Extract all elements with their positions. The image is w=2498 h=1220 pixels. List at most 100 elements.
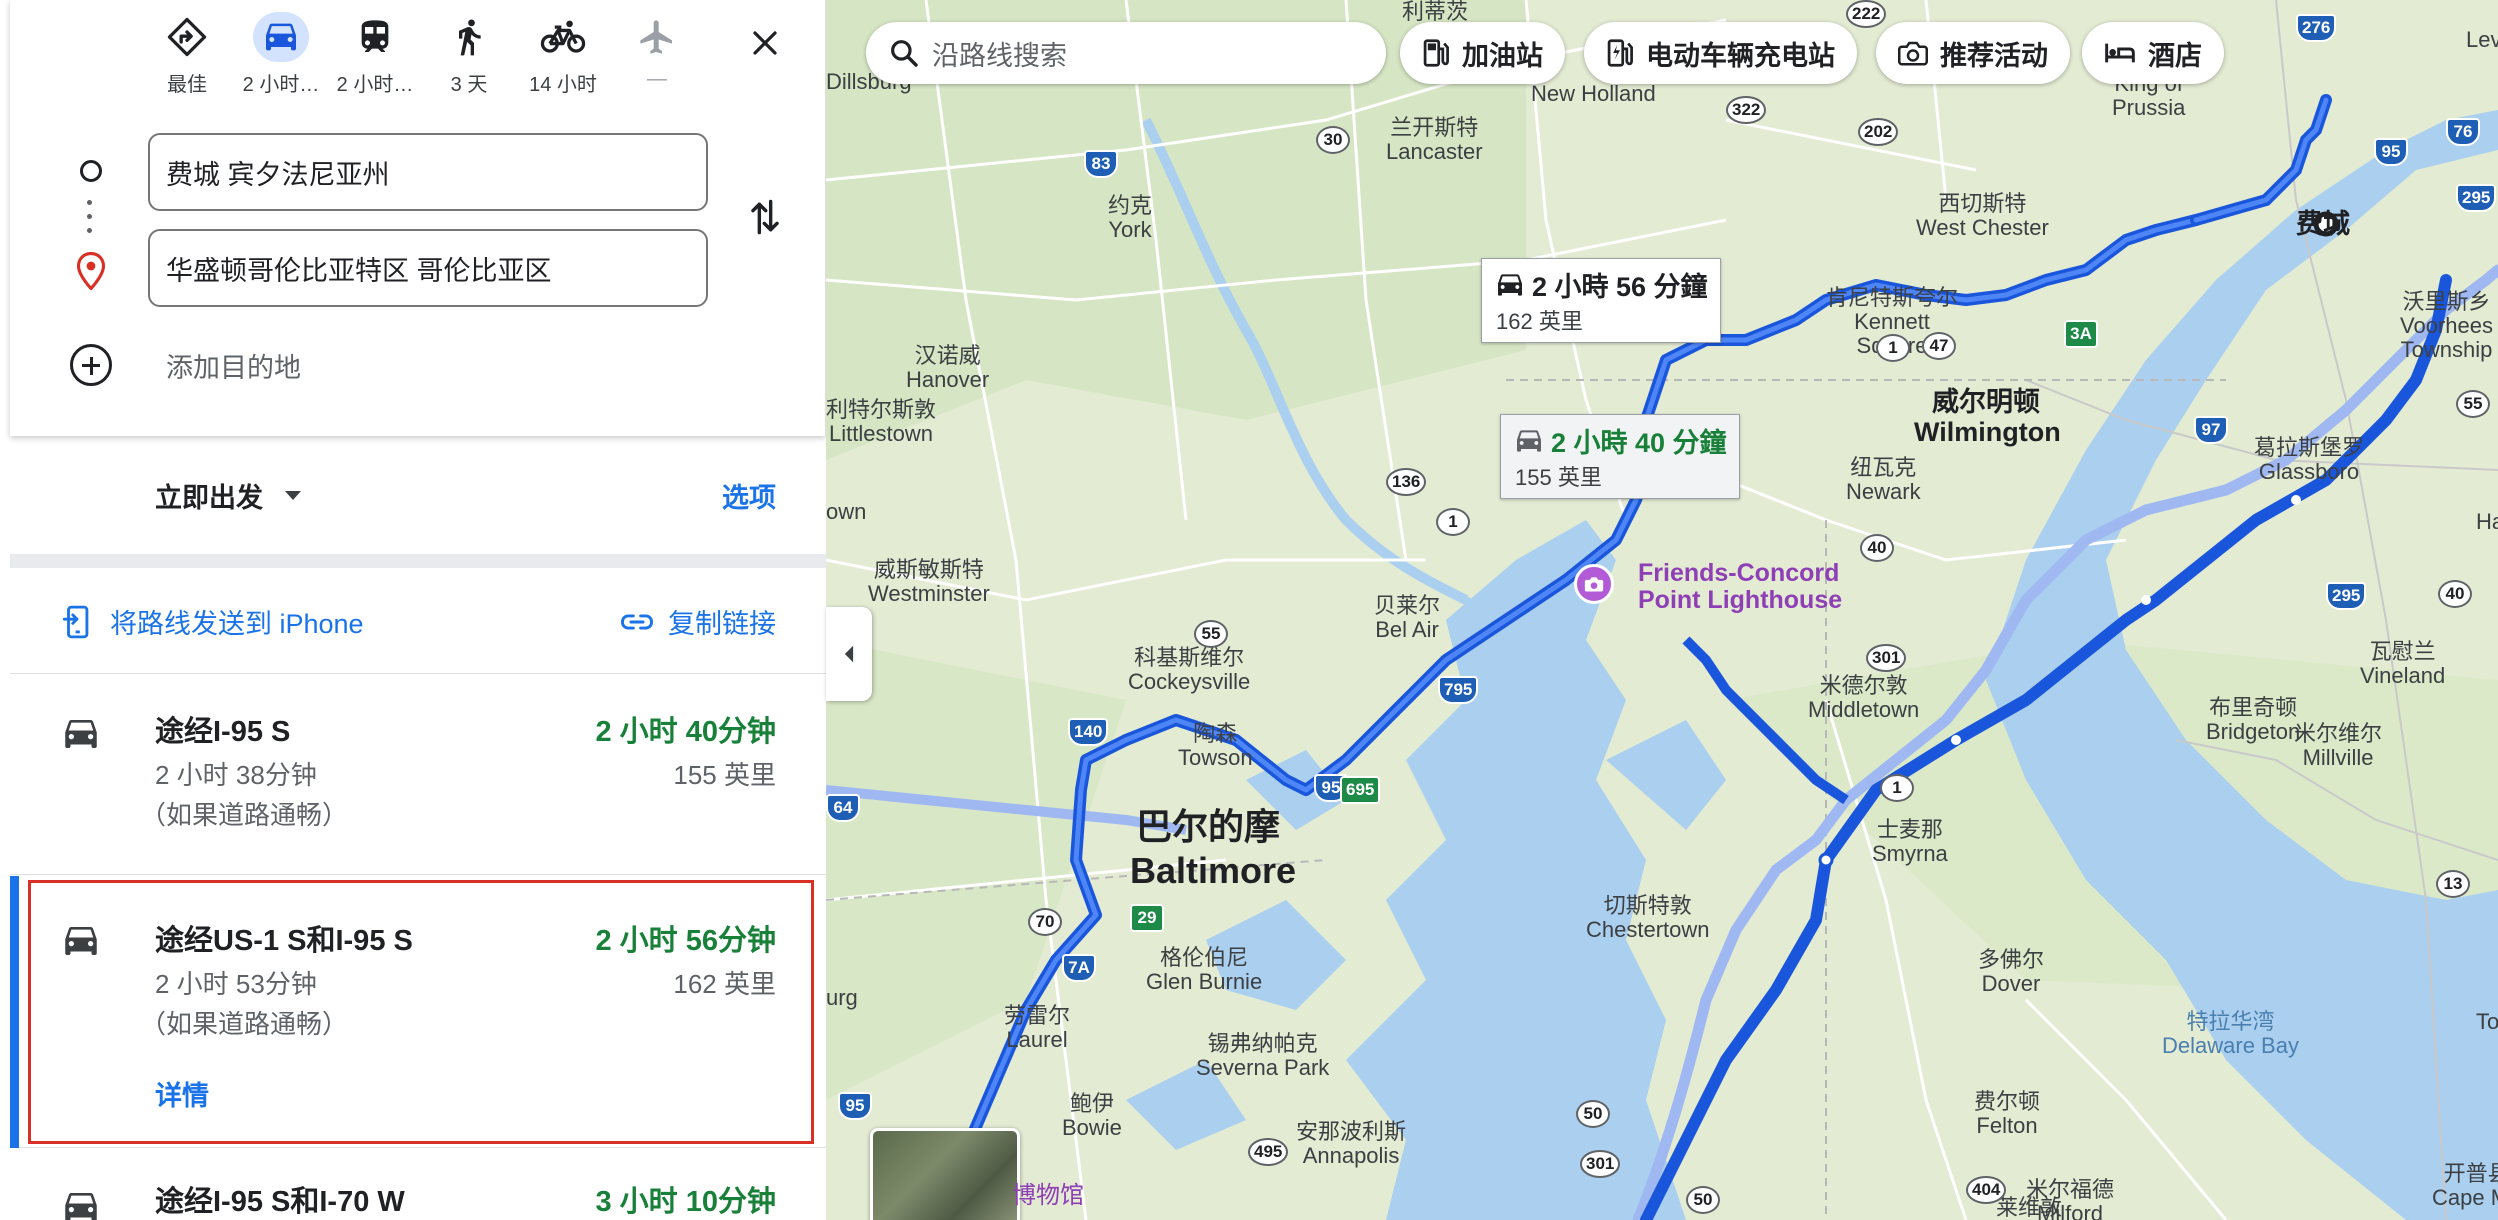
town-label: 纽瓦克 Newark: [1846, 455, 1921, 504]
town-label: 安那波利斯 Annapolis: [1296, 1119, 1407, 1168]
route-bubble-alternate[interactable]: 2 小時 40 分鐘 155 英里: [1500, 414, 1740, 499]
town-label: 士麦那 Smyrna: [1872, 817, 1948, 866]
car-icon: [1498, 273, 1522, 296]
route-typical-time: 2 小时 38分钟: [155, 760, 317, 790]
route-distance: 162 英里: [673, 969, 776, 999]
highway-shield-icon: 13: [2436, 870, 2470, 898]
route-option-2[interactable]: 途经US-1 S和I-95 S 2 小时 56分钟 2 小时 53分钟 162 …: [10, 876, 826, 1148]
town-label: 利蒂茨: [1402, 0, 1469, 24]
send-to-phone-button[interactable]: 将路线发送到 iPhone: [62, 602, 364, 641]
layers-toggle-thumbnail[interactable]: [870, 1128, 1020, 1220]
highway-shield-icon: 50: [1576, 1100, 1610, 1128]
highway-shield-icon: 70: [1028, 908, 1062, 936]
send-to-phone-label: 将路线发送到 iPhone: [110, 609, 364, 639]
town-label: urg: [826, 985, 858, 1010]
departure-row: 立即出发 选项: [10, 436, 826, 554]
highway-shield-icon: 301: [1866, 644, 1907, 672]
destination-value: 华盛顿哥伦比亚特区 哥伦比亚区: [166, 255, 552, 286]
town-label: 切斯特敦 Chestertown: [1586, 893, 1710, 942]
route-duration: 3 小时 10分钟: [595, 1186, 777, 1218]
town-label: 米尔维尔 Millville: [2294, 721, 2383, 770]
search-placeholder: 沿路线搜索: [932, 40, 1067, 71]
section-divider: [10, 554, 826, 568]
chip-label: 加油站: [1462, 40, 1543, 71]
town-label: 兰开斯特 Lancaster: [1386, 115, 1483, 164]
town-label: 格伦伯尼 Glen Burnie: [1146, 945, 1263, 994]
collapse-panel-button[interactable]: [826, 607, 872, 701]
route-option-1[interactable]: 途经I-95 S 2 小时 40分钟 2 小时 38分钟 155 英里 （如果道…: [10, 675, 826, 875]
depart-now-dropdown[interactable]: 立即出发: [155, 476, 301, 515]
mode-best[interactable]: 最佳: [140, 12, 234, 102]
chip-hotels[interactable]: 酒店: [2082, 22, 2224, 84]
copy-link-button[interactable]: 复制链接: [620, 602, 776, 641]
map-canvas[interactable]: 费城 巴尔的摩 Baltimore 威尔明顿 Wilmington New Ho…: [826, 0, 2498, 1220]
bike-icon: [535, 12, 591, 62]
swap-locations-button[interactable]: [740, 192, 790, 242]
highway-shield-icon: 40: [1860, 534, 1894, 562]
mode-walk[interactable]: 3 天: [422, 12, 516, 102]
options-button[interactable]: 选项: [722, 476, 776, 515]
mode-bike[interactable]: 14 小时: [516, 12, 610, 102]
highway-shield-icon: 222: [1846, 0, 1887, 28]
town-label: 鲍伊 Bowie: [1062, 1091, 1122, 1140]
highway-shield-icon: 30: [1316, 126, 1350, 154]
town-label: 开普县 Cape Ma: [2432, 1161, 2498, 1210]
ev-charging-icon: [1607, 39, 1633, 67]
mode-label: —: [647, 68, 667, 90]
chip-things-to-do[interactable]: 推荐活动: [1876, 22, 2070, 84]
highway-shield-icon: 55: [2456, 390, 2490, 418]
highway-shield-icon: 202: [1858, 118, 1899, 146]
directions-header: 最佳 2 小时… 2 小时… 3 天 14 小时 — 费城 宾夕法尼亚州 华盛顿…: [10, 0, 826, 436]
car-icon: [65, 927, 97, 955]
highway-shield-icon: 140: [1068, 718, 1109, 746]
route-duration: 2 小时 40分钟: [595, 716, 777, 748]
close-directions-button[interactable]: [740, 18, 790, 68]
highway-shield-icon: 7A: [1062, 954, 1096, 982]
town-label: 费尔顿 Felton: [1974, 1089, 2041, 1138]
route-option-3[interactable]: 途经I-95 S和I-70 W 3 小时 10分钟: [10, 1150, 826, 1220]
route-details-link[interactable]: 详情: [155, 1074, 209, 1113]
route-name: 途经I-95 S和I-70 W: [155, 1186, 405, 1218]
add-destination-button[interactable]: 添加目的地: [70, 340, 301, 390]
chip-label: 酒店: [2148, 40, 2202, 71]
mode-transit[interactable]: 2 小时…: [328, 12, 422, 102]
town-label: 威斯敏斯特 Westminster: [868, 557, 990, 606]
chip-ev-charging[interactable]: 电动车辆充电站: [1584, 22, 1857, 84]
directions-panel: 最佳 2 小时… 2 小时… 3 天 14 小时 — 费城 宾夕法尼亚州 华盛顿…: [0, 0, 826, 1220]
origin-input[interactable]: 费城 宾夕法尼亚州: [148, 133, 708, 211]
route-traffic-note: （如果道路通畅）: [140, 1009, 349, 1039]
route-bubble-selected[interactable]: 2 小時 56 分鐘 162 英里: [1481, 258, 1721, 343]
city-label: 巴尔的摩: [1136, 806, 1281, 847]
city-label: Wilmington: [1914, 417, 2061, 447]
highway-shield-icon: 64: [826, 794, 860, 822]
origin-value: 费城 宾夕法尼亚州: [166, 159, 390, 190]
mode-label: 14 小时: [529, 74, 597, 96]
water-label: 特拉华湾 Delaware Bay: [2162, 1009, 2299, 1058]
museum-label[interactable]: 博物馆: [1012, 1184, 1084, 1208]
route-typical-time: 2 小时 53分钟: [155, 969, 317, 999]
highway-shield-icon: 83: [1084, 150, 1118, 178]
mode-car[interactable]: 2 小时…: [234, 12, 328, 102]
chip-gas-stations[interactable]: 加油站: [1400, 22, 1565, 84]
car-icon: [65, 1193, 97, 1220]
destination-input[interactable]: 华盛顿哥伦比亚特区 哥伦比亚区: [148, 229, 708, 307]
town-label: 陶森 Towson: [1178, 721, 1253, 770]
travel-mode-bar: 最佳 2 小时… 2 小时… 3 天 14 小时 —: [140, 12, 820, 102]
town-label: 莱维敦: [1996, 1195, 2063, 1220]
highway-shield-icon: 495: [1248, 1138, 1289, 1166]
poi-label[interactable]: Friends-Concord Point Lighthouse: [1638, 560, 1842, 614]
caret-down-icon: [285, 491, 301, 500]
train-icon: [347, 12, 403, 62]
close-icon: [753, 31, 777, 55]
camera-icon: [1898, 41, 1928, 66]
selected-indicator: [10, 876, 19, 1148]
origin-circle-icon: [80, 160, 102, 182]
camera-poi-icon[interactable]: [1574, 564, 1614, 604]
highway-shield-icon: 3A: [2064, 320, 2098, 348]
mode-flight[interactable]: —: [610, 12, 704, 102]
search-along-route-input[interactable]: 沿路线搜索: [866, 22, 1386, 84]
hotel-bed-icon: [2105, 43, 2135, 63]
mode-label: 2 小时…: [242, 74, 320, 96]
mode-label: 2 小时…: [336, 74, 414, 96]
mode-label: 最佳: [167, 74, 207, 96]
